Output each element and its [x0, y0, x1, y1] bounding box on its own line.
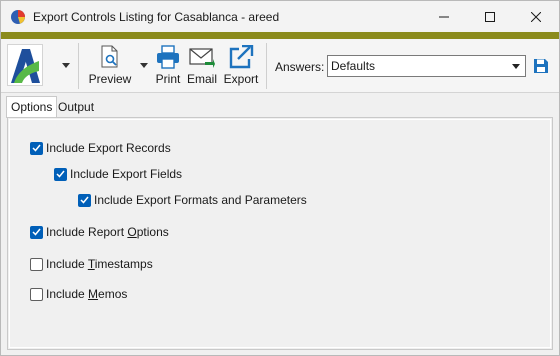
maximize-icon — [485, 11, 495, 22]
checkbox-checked[interactable] — [54, 167, 67, 181]
app-logo-icon — [11, 49, 40, 83]
options-panel: Include Export Records Include Export Fi… — [7, 117, 553, 350]
checkmark-icon — [56, 170, 65, 178]
close-icon — [531, 11, 541, 22]
option-label: Include Memos — [46, 287, 128, 301]
accent-bar — [1, 32, 559, 39]
print-button[interactable]: Print — [154, 43, 182, 86]
checkbox-unchecked[interactable] — [30, 287, 43, 301]
preview-icon — [101, 45, 118, 68]
checkmark-icon — [32, 228, 41, 236]
maximize-button[interactable] — [467, 1, 513, 32]
toolbar: Preview Print Email Export Answers: Defa… — [1, 39, 559, 93]
option-label: Include Report Options — [46, 225, 169, 239]
export-label: Export — [223, 72, 259, 86]
toolbar-separator — [78, 43, 79, 89]
save-icon — [534, 59, 548, 73]
tab-output[interactable]: Output — [54, 98, 98, 118]
checkbox-checked[interactable] — [30, 141, 43, 155]
preview-menu-chevron-down-icon[interactable] — [140, 63, 148, 68]
save-answers-button[interactable] — [533, 58, 549, 77]
option-label: Include Export Records — [46, 141, 171, 155]
option-include-export-records[interactable]: Include Export Records — [30, 141, 171, 155]
tab-label: Options — [11, 100, 53, 114]
answers-value: Defaults — [331, 59, 376, 73]
option-label: Include Export Formats and Parameters — [94, 193, 307, 207]
option-include-timestamps[interactable]: Include Timestamps — [30, 257, 153, 271]
chevron-down-icon — [512, 64, 520, 69]
export-icon — [229, 45, 254, 69]
checkmark-icon — [32, 144, 41, 152]
window-title: Export Controls Listing for Casablanca -… — [33, 9, 280, 24]
title-bar[interactable]: Export Controls Listing for Casablanca -… — [1, 1, 559, 32]
printer-icon — [157, 45, 179, 69]
option-include-report-options[interactable]: Include Report Options — [30, 225, 169, 239]
tab-strip: Options Output — [1, 94, 559, 118]
tab-label: Output — [58, 100, 95, 114]
preview-button[interactable]: Preview — [88, 43, 132, 86]
app-pie-icon — [11, 9, 25, 24]
report-window: Export Controls Listing for Casablanca -… — [0, 0, 560, 356]
minimize-icon — [439, 16, 449, 17]
tab-options[interactable]: Options — [6, 96, 58, 118]
print-label: Print — [155, 72, 181, 86]
option-label: Include Export Fields — [70, 167, 183, 181]
answers-select[interactable]: Defaults — [327, 55, 526, 77]
option-include-export-fields[interactable]: Include Export Fields — [54, 167, 182, 181]
app-logo-button[interactable] — [7, 44, 43, 86]
minimize-button[interactable] — [421, 1, 467, 32]
export-button[interactable]: Export — [223, 43, 259, 86]
email-label: Email — [187, 72, 218, 86]
options-panel-inner: Include Export Records Include Export Fi… — [9, 119, 551, 348]
answers-label: Answers: — [275, 60, 325, 74]
email-icon — [189, 48, 215, 68]
checkbox-checked[interactable] — [78, 193, 91, 207]
checkmark-icon — [80, 196, 89, 204]
option-label: Include Timestamps — [46, 257, 153, 271]
toolbar-separator — [266, 43, 267, 89]
checkbox-unchecked[interactable] — [30, 257, 43, 271]
window-controls — [421, 1, 559, 32]
option-include-export-formats[interactable]: Include Export Formats and Parameters — [78, 193, 307, 207]
email-button[interactable]: Email — [187, 43, 217, 86]
preview-label: Preview — [88, 72, 132, 86]
option-include-memos[interactable]: Include Memos — [30, 287, 127, 301]
close-button[interactable] — [513, 1, 559, 32]
checkbox-checked[interactable] — [30, 225, 43, 239]
logo-menu-chevron-down-icon[interactable] — [62, 63, 70, 68]
